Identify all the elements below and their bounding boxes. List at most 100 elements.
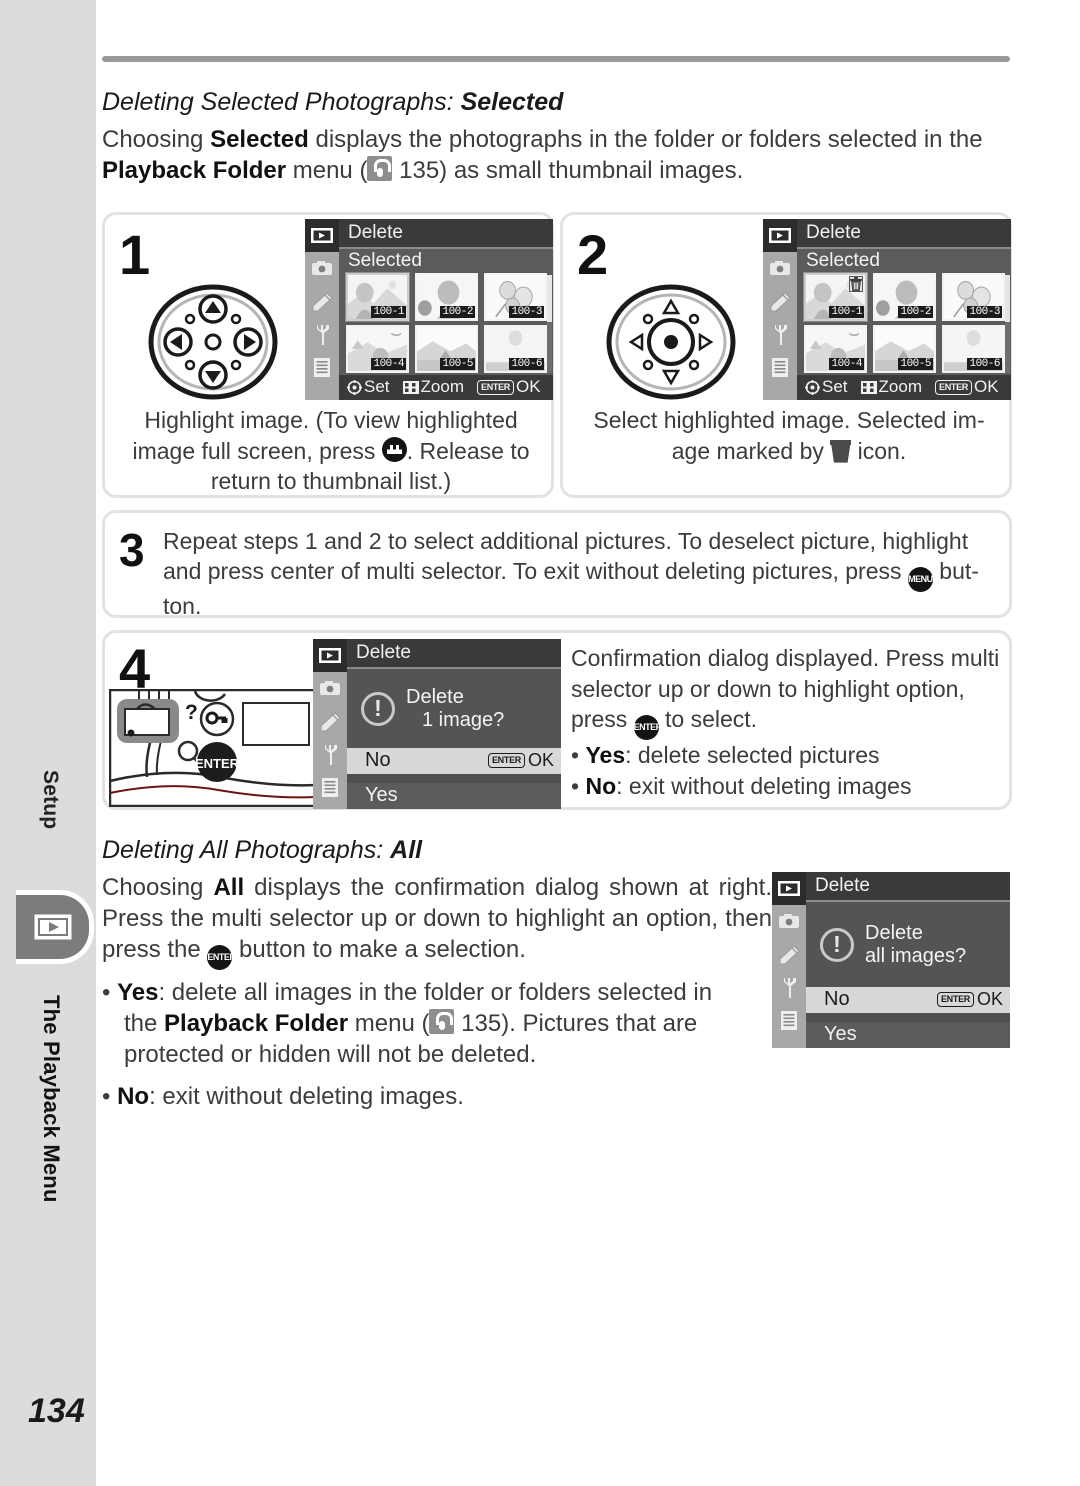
bullet-yes-label: Yes	[585, 742, 626, 769]
all-bold-all: All	[213, 874, 245, 901]
lcd-subtitle: Selected	[797, 249, 1011, 273]
step-4-bullet-no: • No: exit without deleting images	[571, 772, 912, 799]
rail-pencil-icon[interactable]	[772, 938, 806, 971]
heading-italic-text: Deleting Selected Photographs:	[102, 88, 454, 116]
all-bullet-yes-l1: : delete all images in the folder or fol…	[158, 979, 713, 1006]
playback-icon	[31, 911, 75, 943]
thumbnail-item[interactable]: 100-5	[873, 325, 936, 373]
confirm-dialog: ! Delete 1 image? No ENTER OK Yes	[347, 669, 561, 809]
footer-ok-label: OK	[516, 377, 541, 396]
sidebar-strip	[0, 0, 96, 1486]
confirm-dialog: ! Delete all images? No ENTER OK Yes	[806, 902, 1010, 1048]
section-all-paragraph: Choosing All displays the confirmation d…	[102, 872, 772, 971]
rail-wrench-icon[interactable]	[772, 971, 806, 1004]
enter-badge: ENTER	[935, 379, 973, 395]
enter-button-icon: ENTER	[633, 715, 662, 741]
rail-list-icon[interactable]	[763, 351, 797, 384]
rail-playback-icon[interactable]	[763, 219, 797, 252]
step-3-line1: Repeat steps 1 and 2 to select additiona…	[163, 528, 969, 554]
confirm-option-no-label: No	[824, 988, 850, 1010]
all-bullet-yes-l2d: ). Pictures that are	[501, 1010, 698, 1038]
heading-bold-text: Selected	[460, 88, 564, 116]
intro-paragraph-selected: Choosing Selected displays the photograp…	[102, 124, 1022, 186]
multi-selector-dial-center[interactable]	[602, 283, 740, 401]
step-2-number: 2	[577, 223, 609, 286]
confirm-option-no[interactable]: No ENTER OK	[347, 748, 561, 774]
thumbnail-item[interactable]: 100-1	[345, 272, 410, 322]
step-1-caption-line1: Highlight image. (To view highlighted	[144, 407, 518, 433]
rail-list-icon[interactable]	[313, 771, 347, 804]
rail-playback-icon[interactable]	[313, 639, 347, 672]
all-bullet-yes-bold: Playback Folder	[164, 1010, 349, 1038]
thumbnail-item[interactable]: 100-3	[942, 273, 1005, 321]
footer-zoom-label: Zoom	[420, 377, 464, 396]
multi-selector-dial-arrows[interactable]	[144, 283, 282, 401]
confirm-divider	[347, 774, 561, 783]
lcd-title: Delete	[339, 219, 553, 249]
scrollbar-thumb[interactable]	[1005, 275, 1010, 322]
step-1-lcd: Delete Selected 100-1 100-2 100-3 100-4 …	[305, 219, 553, 400]
rail-wrench-icon[interactable]	[313, 738, 347, 771]
all-bullet-no-text: : exit without deleting images.	[149, 1083, 464, 1110]
confirm-message-line2: all images?	[865, 944, 967, 967]
rail-camera-icon[interactable]	[305, 252, 339, 285]
section-all-bullet-no: • No: exit without deleting images.	[102, 1081, 780, 1112]
step-2-lcd: Delete Selected 100-1 100-2 100-3 100-4 …	[763, 219, 1011, 400]
confirm-option-yes[interactable]: Yes	[347, 783, 561, 809]
manual-ref-icon	[429, 1009, 455, 1035]
section-all-bullet-yes: • Yes: delete all images in the folder o…	[102, 977, 780, 1071]
thumbnail-item[interactable]: 100-6	[484, 325, 547, 373]
thumbnail-item[interactable]: 100-1	[803, 272, 868, 322]
confirm-option-no[interactable]: No ENTER OK	[806, 987, 1010, 1013]
help-mark: ?	[185, 701, 198, 724]
intro-text-d: the	[949, 126, 983, 153]
intro-text-c: displays the photographs in the folder o…	[308, 126, 943, 153]
footer-set-label: Set	[364, 377, 390, 396]
confirm-option-yes[interactable]: Yes	[806, 1022, 1010, 1048]
confirm-message-line1: Delete	[406, 685, 464, 708]
step-3-panel: 3 Repeat steps 1 and 2 to select additio…	[102, 510, 1012, 619]
rail-pencil-icon[interactable]	[763, 285, 797, 318]
thumbnail-item[interactable]: 100-4	[346, 325, 409, 373]
rail-camera-icon[interactable]	[313, 672, 347, 705]
rail-list-icon[interactable]	[305, 351, 339, 384]
bullet-yes-text: : delete selected pictures	[625, 742, 880, 769]
scrollbar-thumb[interactable]	[547, 275, 552, 322]
all-bullet-yes-label: Yes	[117, 979, 159, 1006]
step-3-number: 3	[119, 524, 145, 576]
thumbnail-item[interactable]: 100-2	[873, 273, 936, 321]
all-text-line3b: button to make a selection.	[232, 936, 526, 964]
rail-playback-icon[interactable]	[305, 219, 339, 252]
rail-wrench-icon[interactable]	[763, 318, 797, 351]
step-3-text: Repeat steps 1 and 2 to select additiona…	[163, 527, 1001, 622]
step-4-line3b: to select.	[658, 706, 758, 733]
rail-list-icon[interactable]	[772, 1004, 806, 1037]
confirm-message-line2: 1 image?	[422, 708, 505, 731]
thumbnail-item[interactable]: 100-6	[942, 325, 1005, 373]
rail-camera-icon[interactable]	[763, 252, 797, 285]
rail-camera-icon[interactable]	[772, 905, 806, 938]
thumbnail-label: 100-2	[898, 306, 933, 318]
enter-button-label: ENTER	[195, 756, 240, 771]
thumbnail-label: 100-3	[967, 306, 1002, 318]
thumbnail-item[interactable]: 100-2	[415, 273, 478, 321]
footer-ok: ENTER OK	[935, 377, 999, 397]
lcd-main: Delete Selected 100-1 100-2 100-3 100-4 …	[797, 219, 1011, 400]
step-1-panel: 1 Delete Selected 100-1 100-2 100-3 100-…	[102, 212, 554, 498]
set-icon	[347, 379, 362, 395]
thumbnail-item[interactable]: 100-3	[484, 273, 547, 321]
thumbnail-grid: 100-1 100-2 100-3 100-4 100-5 100-6	[797, 272, 1011, 375]
intro-text-e: menu (	[286, 157, 368, 185]
thumbnail-item[interactable]: 100-4	[804, 325, 867, 373]
thumbnail-grid: 100-1 100-2 100-3 100-4 100-5 100-6	[339, 272, 553, 375]
rail-playback-icon[interactable]	[772, 872, 806, 905]
thumbnail-item[interactable]: 100-5	[415, 325, 478, 373]
footer-ok: ENTER OK	[477, 377, 541, 397]
step-4-line3a: press	[571, 706, 634, 733]
lcd-main: Delete ! Delete 1 image? No ENTER OK Yes	[347, 639, 561, 809]
rail-wrench-icon[interactable]	[305, 318, 339, 351]
rail-pencil-icon[interactable]	[305, 285, 339, 318]
footer-set-label: Set	[822, 377, 848, 396]
rail-pencil-icon[interactable]	[313, 705, 347, 738]
sidebar-tab-playback[interactable]	[16, 890, 94, 964]
